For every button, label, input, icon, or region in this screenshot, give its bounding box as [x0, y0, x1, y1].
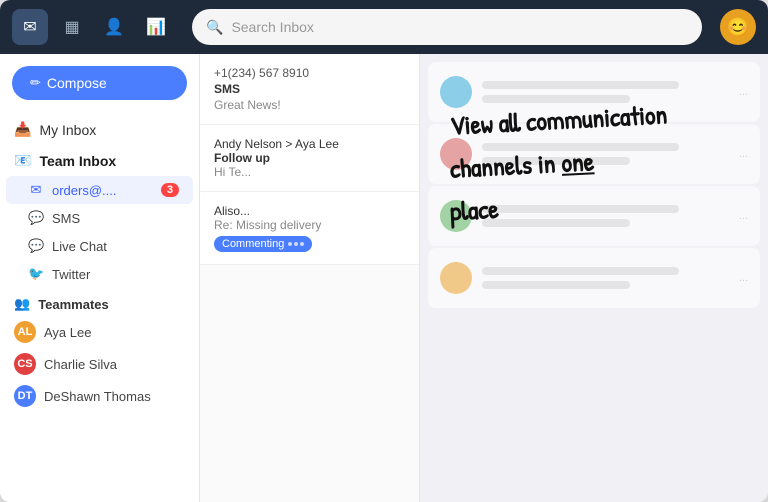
- blurred-avatar-1: [440, 76, 472, 108]
- blurred-avatar-4: [440, 262, 472, 294]
- blurred-line: [482, 205, 679, 213]
- teammates-section-header: 👥 Teammates: [0, 288, 199, 316]
- blurred-line: [482, 281, 630, 289]
- twitter-label: Twitter: [52, 267, 90, 282]
- blurred-row-4: ...: [428, 248, 760, 308]
- top-nav: ✉ ▦ 👤 📊 🔍 Search Inbox 😊: [0, 0, 768, 54]
- right-panel: ... ... ...: [420, 54, 768, 502]
- compose-label: Compose: [47, 75, 107, 91]
- blurred-row-1: ...: [428, 62, 760, 122]
- teammate-deshawn-thomas[interactable]: DT DeShawn Thomas: [0, 380, 199, 412]
- blurred-time: ...: [739, 86, 748, 98]
- inbox-item-twitter[interactable]: 🐦 Twitter: [0, 260, 199, 288]
- blurred-avatar-2: [440, 138, 472, 170]
- sms-icon: 💬: [28, 210, 44, 226]
- blurred-line: [482, 143, 679, 151]
- inbox-item-orders[interactable]: ✉ orders@.... 3: [6, 176, 193, 204]
- conversation-list: +1(234) 567 8910 SMS Great News! Andy Ne…: [200, 54, 420, 502]
- nav-calendar-icon[interactable]: ▦: [54, 9, 90, 45]
- nav-mail-icon[interactable]: ✉: [12, 9, 48, 45]
- conv-subject-andy: Follow up: [214, 151, 405, 165]
- inbox-item-sms[interactable]: 💬 SMS: [0, 204, 199, 232]
- orders-inbox-label: orders@....: [52, 183, 117, 198]
- teammate-charlie-silva[interactable]: CS Charlie Silva: [0, 348, 199, 380]
- blurred-line: [482, 267, 679, 275]
- sms-inbox-label: SMS: [52, 211, 80, 226]
- blurred-lines-1: [482, 81, 729, 103]
- twitter-icon: 🐦: [28, 266, 44, 282]
- sidebar-item-my-inbox[interactable]: 📥 My Inbox: [0, 114, 199, 145]
- main-content: ✏ Compose 📥 My Inbox 📧 Team Inbox ✉ orde…: [0, 54, 768, 502]
- deshawn-thomas-avatar: DT: [14, 385, 36, 407]
- blurred-line: [482, 95, 630, 103]
- blurred-time: ...: [739, 148, 748, 160]
- inbox-item-live-chat[interactable]: 💬 Live Chat: [0, 232, 199, 260]
- dots-indicator: [288, 242, 304, 246]
- aya-lee-avatar: AL: [14, 321, 36, 343]
- orders-badge: 3: [161, 183, 179, 197]
- conv-preview: Great News!: [214, 98, 405, 112]
- blurred-time: ...: [739, 272, 748, 284]
- blurred-line: [482, 157, 630, 165]
- blurred-line: [482, 219, 630, 227]
- aya-lee-name: Aya Lee: [44, 325, 91, 340]
- blurred-lines-3: [482, 205, 729, 227]
- conv-item-andy[interactable]: Andy Nelson > Aya Lee Follow up Hi Te...: [200, 125, 419, 192]
- user-avatar[interactable]: 😊: [720, 9, 756, 45]
- conv-type: SMS: [214, 82, 405, 96]
- blurred-avatar-3: [440, 200, 472, 232]
- conv-phone: +1(234) 567 8910: [214, 66, 405, 80]
- search-icon: 🔍: [206, 19, 223, 36]
- charlie-silva-name: Charlie Silva: [44, 357, 117, 372]
- conv-tag-commenting: Commenting: [214, 236, 312, 252]
- my-inbox-label: My Inbox: [39, 122, 96, 138]
- blurred-lines-4: [482, 267, 729, 289]
- blurred-row-3: ...: [428, 186, 760, 246]
- commenting-label: Commenting: [222, 238, 284, 250]
- search-bar[interactable]: 🔍 Search Inbox: [192, 9, 702, 45]
- conv-item-sms[interactable]: +1(234) 567 8910 SMS Great News!: [200, 54, 419, 125]
- team-inbox-label: Team Inbox: [39, 153, 116, 169]
- sidebar: ✏ Compose 📥 My Inbox 📧 Team Inbox ✉ orde…: [0, 54, 200, 502]
- blurred-line: [482, 81, 679, 89]
- deshawn-thomas-name: DeShawn Thomas: [44, 389, 151, 404]
- conv-header-andy: Andy Nelson > Aya Lee: [214, 137, 405, 151]
- live-chat-label: Live Chat: [52, 239, 107, 254]
- team-inbox-icon: 📧: [14, 152, 31, 169]
- live-chat-icon: 💬: [28, 238, 44, 254]
- blurred-time: ...: [739, 210, 748, 222]
- nav-analytics-icon[interactable]: 📊: [138, 9, 174, 45]
- compose-icon: ✏: [30, 75, 41, 91]
- blurred-row-2: ...: [428, 124, 760, 184]
- blurred-conversations: ... ... ...: [420, 54, 768, 502]
- inbox-icon: 📥: [14, 121, 31, 138]
- conv-subject-alison: Re: Missing delivery: [214, 218, 405, 232]
- teammate-aya-lee[interactable]: AL Aya Lee: [0, 316, 199, 348]
- blurred-lines-2: [482, 143, 729, 165]
- sidebar-item-team-inbox[interactable]: 📧 Team Inbox: [0, 145, 199, 176]
- search-placeholder-text: Search Inbox: [231, 19, 314, 35]
- orders-email-icon: ✉: [28, 182, 44, 198]
- conv-item-alison[interactable]: Aliso... Re: Missing delivery Commenting: [200, 192, 419, 265]
- compose-button[interactable]: ✏ Compose: [12, 66, 187, 100]
- teammates-label: Teammates: [38, 297, 109, 312]
- teammates-icon: 👥: [14, 296, 30, 312]
- nav-contacts-icon[interactable]: 👤: [96, 9, 132, 45]
- conv-body-andy: Hi Te...: [214, 165, 405, 179]
- charlie-silva-avatar: CS: [14, 353, 36, 375]
- conv-header-alison: Aliso...: [214, 204, 405, 218]
- app-container: ✉ ▦ 👤 📊 🔍 Search Inbox 😊 ✏ Compose 📥 My …: [0, 0, 768, 502]
